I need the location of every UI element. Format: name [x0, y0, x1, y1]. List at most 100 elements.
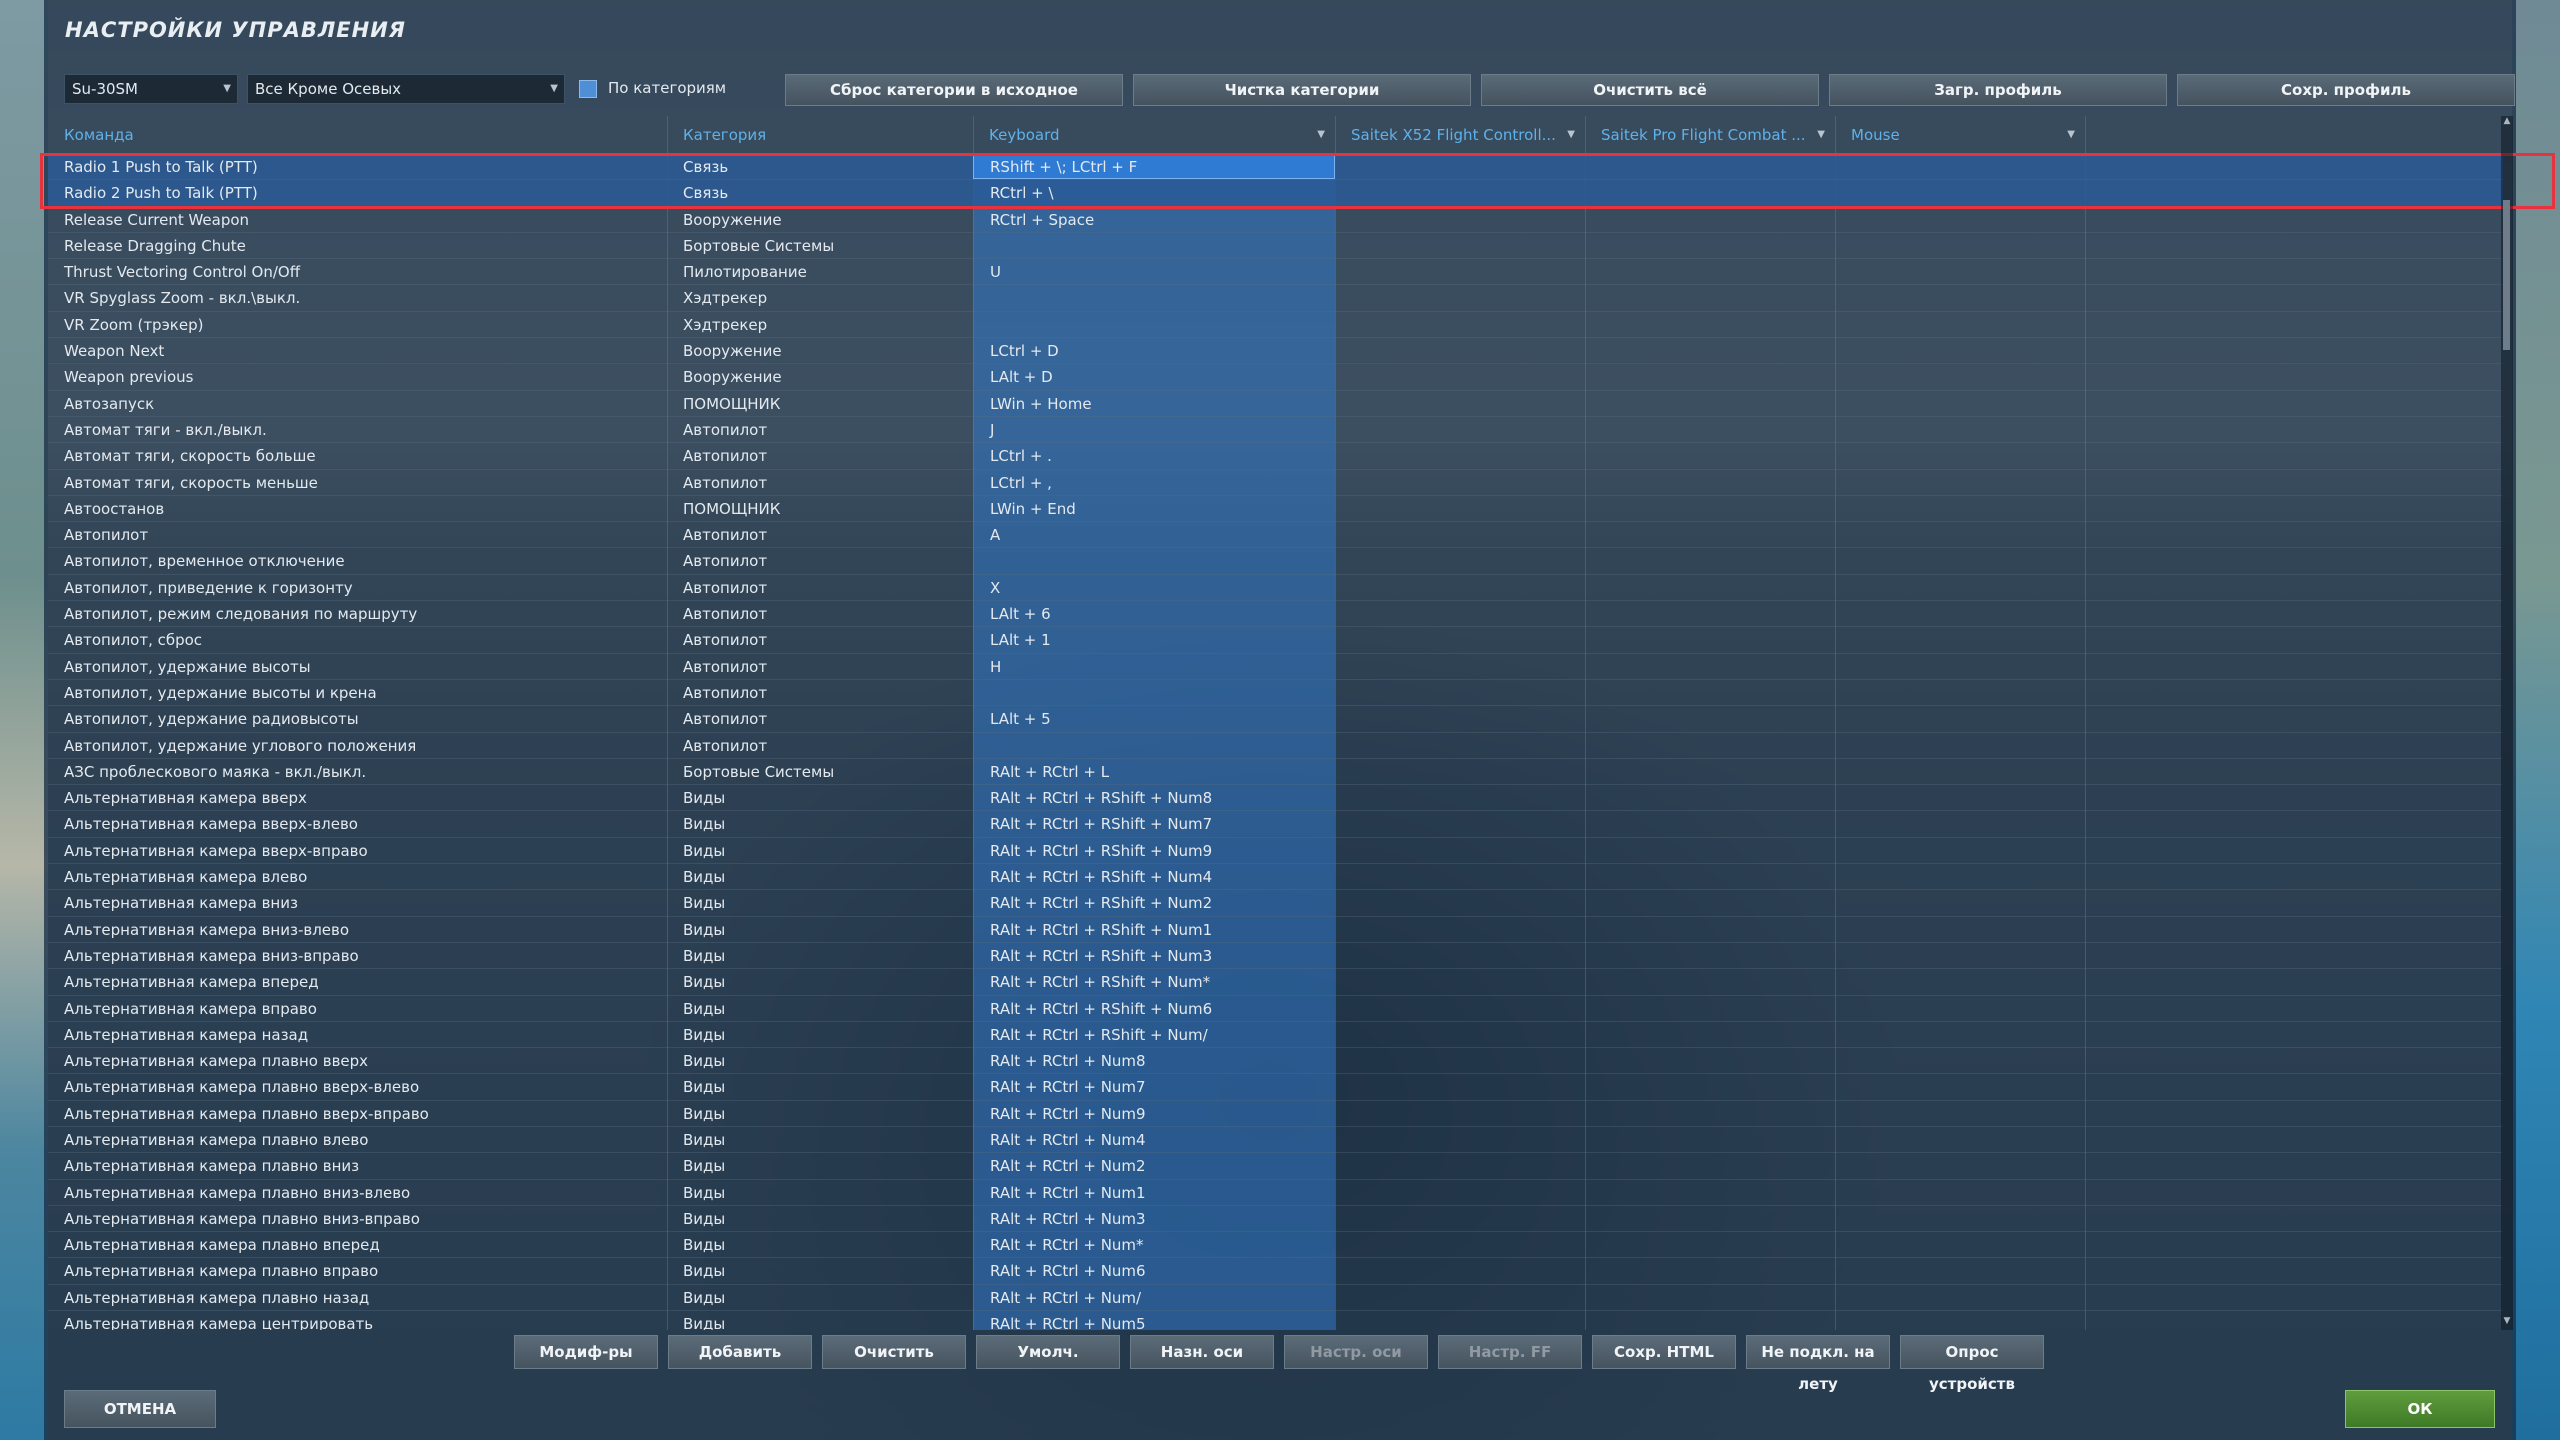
scroll-down-arrow-icon[interactable]: ▼ — [2501, 1316, 2513, 1330]
table-row[interactable]: VR Spyglass Zoom - вкл.\выкл. Хэдтрекер — [48, 285, 2503, 312]
table-row[interactable]: Альтернативная камера вниз Виды RAlt + RCt… — [48, 890, 2503, 917]
reset-category-button[interactable]: Сброс категории в исходное — [785, 74, 1123, 106]
cancel-button[interactable]: ОТМЕНА — [64, 1390, 216, 1428]
table-row[interactable]: Weapon Next Вооружение LCtrl + D — [48, 338, 2503, 365]
table-row[interactable]: Альтернативная камера вверх-вправо Виды RA… — [48, 838, 2503, 865]
table-row[interactable]: Автомат тяги, скорость больше Автопилот LC… — [48, 443, 2503, 470]
command-cell: Альтернативная камера вверх — [64, 789, 307, 808]
table-row[interactable]: Thrust Vectoring Control On/Off Пилотиров… — [48, 259, 2503, 286]
command-cell: Release Dragging Chute — [64, 236, 246, 255]
table-row[interactable]: Автопилот, удержание высоты Автопилот H — [48, 654, 2503, 680]
default-button[interactable]: Умолч. — [976, 1335, 1120, 1369]
table-row[interactable]: Альтернативная камера назад Виды RAlt + RC… — [48, 1022, 2503, 1049]
by-category-checkbox[interactable] — [579, 80, 597, 98]
table-row[interactable]: Автопилот, приведение к горизонту Автопил… — [48, 575, 2503, 602]
keyboard-cell: LWin + End — [990, 499, 1076, 518]
table-row[interactable]: АЗС проблескового маяка - вкл./выкл. Борт… — [48, 759, 2503, 786]
table-row[interactable]: Альтернативная камера вверх Виды RAlt + RC… — [48, 785, 2503, 812]
table-row[interactable]: Альтернативная камера плавно вперед Виды R… — [48, 1232, 2503, 1259]
category-cell: Автопилот — [683, 657, 768, 676]
command-cell: Автозапуск — [64, 394, 155, 413]
poll-devices-button[interactable]: Опрос устройств — [1900, 1335, 2044, 1393]
table-row[interactable]: Автопилот, удержание углового положения А… — [48, 733, 2503, 759]
table-row[interactable]: Альтернативная камера плавно вниз-влево В… — [48, 1180, 2503, 1206]
table-row[interactable]: Альтернативная камера вперед Виды RAlt + R… — [48, 969, 2503, 996]
clear-category-button[interactable]: Чистка категории — [1133, 74, 1471, 106]
clear-button[interactable]: Очистить — [822, 1335, 966, 1369]
chevron-down-icon: ▼ — [1817, 129, 1825, 140]
column-header-command[interactable]: Команда — [48, 116, 668, 154]
table-row[interactable]: Альтернативная камера плавно вверх Виды RA… — [48, 1048, 2503, 1075]
table-row[interactable]: Автомат тяги - вкл./выкл. Автопилот J — [48, 417, 2503, 444]
save-html-button[interactable]: Сохр. HTML — [1592, 1335, 1736, 1369]
command-cell: Альтернативная камера плавно вперед — [64, 1236, 380, 1255]
modifiers-button[interactable]: Модиф-ры — [514, 1335, 658, 1369]
table-row[interactable]: Автопилот, режим следования по маршруту А… — [48, 601, 2503, 628]
table-row[interactable]: Альтернативная камера вниз-влево Виды RAlt… — [48, 917, 2503, 943]
category-cell: Виды — [683, 1262, 726, 1281]
table-row[interactable]: Автозапуск ПОМОЩНИК LWin + Home — [48, 391, 2503, 417]
table-row[interactable]: Альтернативная камера плавно назад Виды RA… — [48, 1285, 2503, 1312]
table-row[interactable]: Автоостанов ПОМОЩНИК LWin + End — [48, 496, 2503, 523]
save-profile-button[interactable]: Сохр. профиль — [2177, 74, 2515, 106]
load-profile-button[interactable]: Загр. профиль — [1829, 74, 2167, 106]
command-cell: Автопилот, удержание углового положения — [64, 736, 417, 755]
table-row[interactable]: Альтернативная камера плавно влево Виды RA… — [48, 1127, 2503, 1154]
table-row[interactable]: VR Zoom (трэкер) Хэдтрекер — [48, 312, 2503, 339]
command-cell: Автопилот, приведение к горизонту — [64, 578, 353, 597]
table-row[interactable]: Автопилот, сброс Автопилот LAlt + 1 — [48, 627, 2503, 654]
table-row[interactable]: Альтернативная камера вверх-влево Виды RAl… — [48, 811, 2503, 838]
assign-axis-button[interactable]: Назн. оси — [1130, 1335, 1274, 1369]
aircraft-dropdown[interactable]: Su-30SM ▼ — [64, 74, 238, 104]
keyboard-cell: RAlt + RCtrl + Num2 — [990, 1157, 1146, 1176]
table-row[interactable]: Weapon previous Вооружение LAlt + D — [48, 364, 2503, 391]
scroll-up-arrow-icon[interactable]: ▲ — [2501, 116, 2513, 130]
category-cell: ПОМОЩНИК — [683, 394, 781, 413]
column-header-saitek-pro[interactable]: Saitek Pro Flight Combat ... ▼ — [1585, 116, 1835, 154]
table-row[interactable]: Альтернативная камера плавно вправо Виды R… — [48, 1258, 2503, 1285]
table-row[interactable]: Альтернативная камера центрировать Виды RA… — [48, 1311, 2503, 1330]
clear-all-button[interactable]: Очистить всё — [1481, 74, 1819, 106]
category-cell: Пилотирование — [683, 263, 807, 282]
table-row[interactable]: Автопилот Автопилот A — [48, 522, 2503, 549]
bindings-table: Команда Категория Keyboard ▼ Saitek X52 F… — [48, 116, 2503, 1330]
table-row[interactable]: Release Current Weapon Вооружение RCtrl + … — [48, 207, 2503, 233]
category-cell: Автопилот — [683, 447, 768, 466]
category-cell: Автопилот — [683, 736, 768, 755]
column-header-mouse[interactable]: Mouse ▼ — [1835, 116, 2085, 154]
add-button[interactable]: Добавить — [668, 1335, 812, 1369]
table-row[interactable]: Автопилот, удержание высоты и крена Автоп… — [48, 680, 2503, 707]
table-row[interactable]: Release Dragging Chute Бортовые Системы — [48, 233, 2503, 260]
table-row[interactable]: Автопилот, временное отключение Автопилот — [48, 548, 2503, 575]
column-header-keyboard[interactable]: Keyboard ▼ — [973, 116, 1335, 154]
column-header-saitek-x52[interactable]: Saitek X52 Flight Controll... ▼ — [1335, 116, 1585, 154]
keyboard-cell: LAlt + 6 — [990, 605, 1051, 624]
table-row[interactable]: Альтернативная камера влево Виды RAlt + RC… — [48, 864, 2503, 891]
table-row[interactable]: Альтернативная камера плавно вниз Виды RAl… — [48, 1153, 2503, 1180]
table-row[interactable]: Альтернативная камера вправо Виды RAlt + R… — [48, 996, 2503, 1022]
category-cell: Виды — [683, 868, 726, 887]
table-row[interactable]: Альтернативная камера плавно вниз-вправо… — [48, 1206, 2503, 1233]
category-cell: Бортовые Системы — [683, 236, 835, 255]
scrollbar-thumb[interactable] — [2503, 200, 2510, 350]
filter-dropdown[interactable]: Все Кроме Осевых ▼ — [247, 74, 565, 104]
keyboard-cell: RAlt + RCtrl + RShift + Num8 — [990, 789, 1213, 808]
category-cell: Виды — [683, 841, 726, 860]
category-cell: Автопилот — [683, 631, 768, 650]
category-cell: Виды — [683, 920, 726, 939]
ff-tune-button[interactable]: Настр. FF — [1438, 1335, 1582, 1369]
command-cell: Автопилот — [64, 526, 149, 545]
table-row[interactable]: Альтернативная камера вниз-вправо Виды RAl… — [48, 943, 2503, 970]
keyboard-cell: RAlt + RCtrl + Num* — [990, 1236, 1144, 1255]
table-row[interactable]: Автопилот, удержание радиовысоты Автопило… — [48, 706, 2503, 733]
column-header-label: Mouse — [1851, 126, 1900, 144]
keyboard-cell: RAlt + RCtrl + Num3 — [990, 1209, 1146, 1228]
axis-tune-button[interactable]: Настр. оси — [1284, 1335, 1428, 1369]
hot-plug-button[interactable]: Не подкл. на лету — [1746, 1335, 1890, 1393]
column-header-label: Saitek X52 Flight Controll... — [1351, 126, 1556, 144]
column-header-category[interactable]: Категория — [667, 116, 973, 154]
table-row[interactable]: Автомат тяги, скорость меньше Автопилот LC… — [48, 470, 2503, 496]
ok-button[interactable]: ОК — [2345, 1390, 2495, 1428]
table-row[interactable]: Альтернативная камера плавно вверх-влево… — [48, 1074, 2503, 1101]
table-row[interactable]: Альтернативная камера плавно вверх-вправ… — [48, 1101, 2503, 1127]
